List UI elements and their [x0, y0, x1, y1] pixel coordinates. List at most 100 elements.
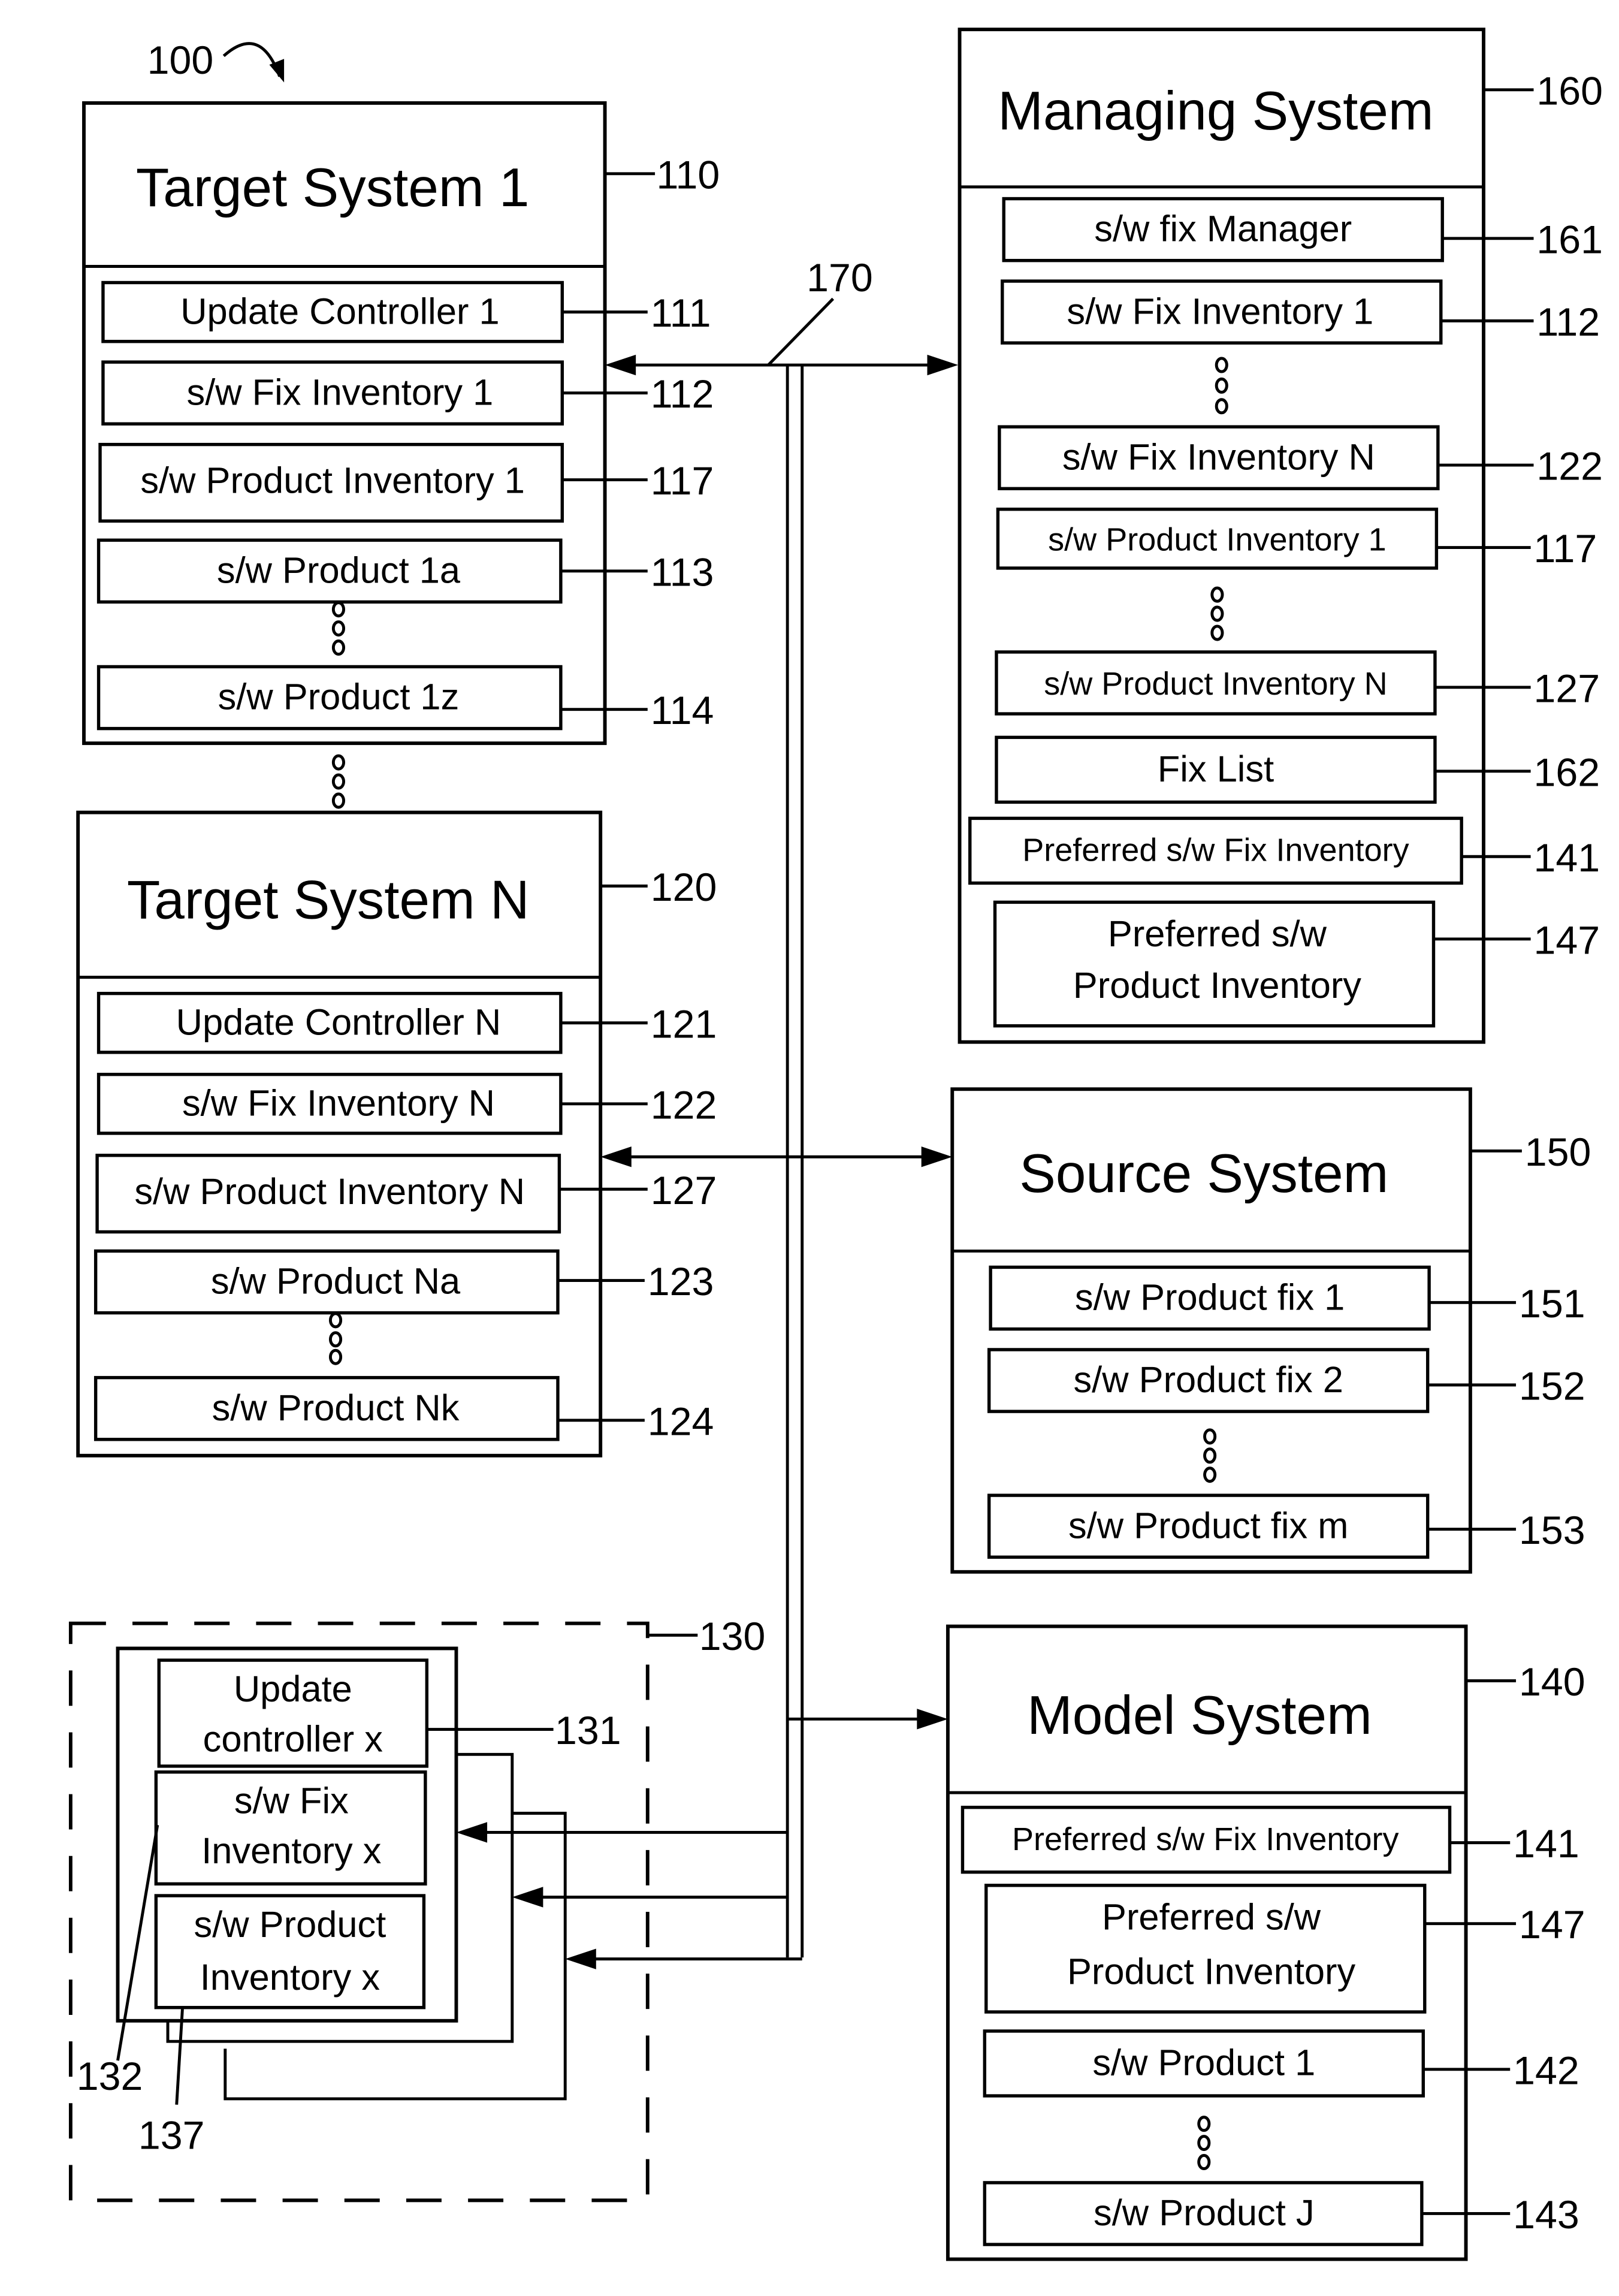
component-label: s/w Product fix 2 — [1073, 1359, 1343, 1401]
component-fix-inventory-1[interactable]: s/w Fix Inventory 1 — [101, 360, 564, 426]
arrowhead-icon — [456, 1822, 488, 1843]
leader-line — [767, 297, 835, 366]
ref-label: 162 — [1534, 750, 1600, 795]
ellipsis-icon — [331, 601, 346, 656]
component-product-inventory-n[interactable]: s/w Product Inventory N — [95, 1154, 561, 1234]
ref-label: 124 — [648, 1399, 714, 1444]
ref-label: 161 — [1536, 218, 1603, 262]
component-label: s/w Product fix 1 — [1075, 1277, 1345, 1319]
component-label: s/w Product 1z — [218, 677, 460, 718]
component-update-controller-n[interactable]: Update Controller N — [96, 991, 563, 1054]
arrowhead-icon — [565, 1948, 596, 1969]
ellipsis-icon — [331, 754, 346, 809]
component-product-fix-1[interactable]: s/w Product fix 1 — [989, 1265, 1431, 1331]
component-product-1a[interactable]: s/w Product 1a — [96, 538, 563, 604]
component-preferred-product-inventory[interactable]: Preferred s/w Product Inventory — [993, 900, 1436, 1028]
model-system-title: Model System — [1027, 1685, 1372, 1746]
arrowhead-icon — [269, 59, 285, 83]
arrowhead-icon — [600, 1147, 632, 1167]
ref-label: 114 — [651, 689, 714, 733]
component-label-line1: Preferred s/w — [1108, 913, 1327, 955]
managing-system: Managing System 160 s/w fix Manager 161 … — [957, 28, 1603, 1044]
ref-label: 131 — [555, 1709, 621, 1753]
component-product-1z[interactable]: s/w Product 1z — [96, 665, 563, 731]
component-label-line2: Product Inventory — [1067, 1951, 1356, 1992]
target-system-n: Target System N 120 Update Controller N … — [76, 810, 717, 1458]
component-label: s/w Product Nk — [212, 1387, 460, 1429]
component-update-controller-x[interactable]: Update controller x — [157, 1658, 429, 1768]
ellipsis-icon — [1203, 1428, 1217, 1483]
bus-ref: 170 — [807, 256, 873, 300]
component-update-controller-1[interactable]: Update Controller 1 — [101, 280, 564, 343]
ellipsis-icon — [1210, 586, 1224, 641]
component-product-1[interactable]: s/w Product 1 — [983, 2029, 1425, 2098]
component-fix-manager[interactable]: s/w fix Manager — [1002, 197, 1444, 263]
component-preferred-fix-inventory[interactable]: Preferred s/w Fix Inventory — [968, 816, 1463, 885]
component-label-line2: Product Inventory — [1073, 965, 1362, 1006]
ref-label: 130 — [699, 1615, 766, 1659]
ellipsis-icon — [1215, 357, 1228, 415]
component-label: s/w fix Manager — [1094, 209, 1352, 250]
component-label-line1: s/w Fix — [234, 1781, 349, 1822]
component-product-fix-2[interactable]: s/w Product fix 2 — [987, 1348, 1430, 1413]
ref-label: 127 — [651, 1169, 717, 1213]
component-label-line1: s/w Product — [194, 1904, 386, 1945]
ref-label: 117 — [1534, 527, 1597, 571]
figure-pointer-arrow — [222, 42, 282, 77]
component-label: s/w Fix Inventory N — [182, 1082, 495, 1124]
component-product-inventory-x[interactable]: s/w Product Inventory x — [154, 1894, 426, 2010]
component-label-line2: Inventory x — [201, 1830, 382, 1872]
component-label: s/w Fix Inventory 1 — [1067, 291, 1373, 332]
component-fix-inventory-n[interactable]: s/w Fix Inventory N — [998, 425, 1440, 491]
component-product-j[interactable]: s/w Product J — [983, 2181, 1424, 2246]
component-fix-list[interactable]: Fix List — [995, 735, 1437, 804]
component-product-na[interactable]: s/w Product Na — [93, 1249, 560, 1315]
component-fix-inventory-1[interactable]: s/w Fix Inventory 1 — [1001, 279, 1443, 345]
ref-label: 113 — [651, 550, 714, 595]
arrowhead-icon — [512, 1887, 543, 1908]
component-preferred-product-inventory[interactable]: Preferred s/w Product Inventory — [984, 1884, 1427, 2014]
arrowhead-icon — [927, 354, 959, 376]
component-label: Fix List — [1158, 749, 1274, 790]
ref-label: 142 — [1513, 2048, 1579, 2093]
ref-label: 143 — [1513, 2193, 1579, 2237]
component-product-inventory-1[interactable]: s/w Product Inventory 1 — [996, 507, 1439, 570]
target-system-1: Target System 1 110 Update Controller 1 … — [82, 101, 720, 746]
ref-label: 151 — [1519, 1282, 1585, 1326]
arrowhead-icon — [921, 1147, 953, 1167]
component-label-line1: Preferred s/w — [1102, 1897, 1321, 1938]
component-label-line1: Update — [234, 1669, 352, 1710]
ref-label: 132 — [77, 2054, 143, 2099]
ref-label: 123 — [648, 1260, 714, 1304]
arrowhead-icon — [917, 1709, 948, 1730]
ref-label: 111 — [651, 291, 711, 336]
ref-label: 117 — [651, 459, 714, 503]
component-fix-inventory-n[interactable]: s/w Fix Inventory N — [96, 1073, 563, 1135]
ref-label: 137 — [138, 2113, 205, 2158]
ref-label: 112 — [651, 372, 714, 417]
component-preferred-fix-inventory[interactable]: Preferred s/w Fix Inventory — [960, 1805, 1452, 1874]
ref-label: 160 — [1536, 69, 1603, 113]
ellipsis-icon — [1197, 2116, 1211, 2171]
component-product-fix-m[interactable]: s/w Product fix m — [987, 1494, 1430, 1559]
target-system-1-title: Target System 1 — [136, 158, 530, 218]
target-system-x-group: 130 Update controller x 131 s/w Fix Inve… — [68, 1615, 766, 2203]
component-label-line2: Inventory x — [200, 1957, 380, 1998]
target-system-n-title: Target System N — [127, 870, 530, 930]
component-label: s/w Product Na — [211, 1261, 461, 1302]
component-label: Update Controller N — [176, 1001, 502, 1043]
source-system: Source System 150 s/w Product fix 1 151 … — [950, 1087, 1591, 1574]
component-product-inventory-n[interactable]: s/w Product Inventory N — [995, 650, 1437, 716]
managing-system-title: Managing System — [998, 81, 1433, 141]
ref-label: 141 — [1534, 836, 1600, 880]
component-product-nk[interactable]: s/w Product Nk — [93, 1375, 560, 1441]
ref-label: 121 — [651, 1002, 717, 1046]
ref-label: 140 — [1519, 1660, 1585, 1704]
ref-label: 112 — [1536, 300, 1600, 345]
component-product-inventory-1[interactable]: s/w Product Inventory 1 — [98, 442, 564, 523]
component-label: s/w Product Inventory 1 — [1048, 521, 1386, 557]
component-label: s/w Product 1a — [217, 550, 461, 591]
component-fix-inventory-x[interactable]: s/w Fix Inventory x — [154, 1770, 427, 1886]
figure-ref: 100 — [147, 38, 214, 83]
ref-label: 153 — [1519, 1508, 1585, 1553]
